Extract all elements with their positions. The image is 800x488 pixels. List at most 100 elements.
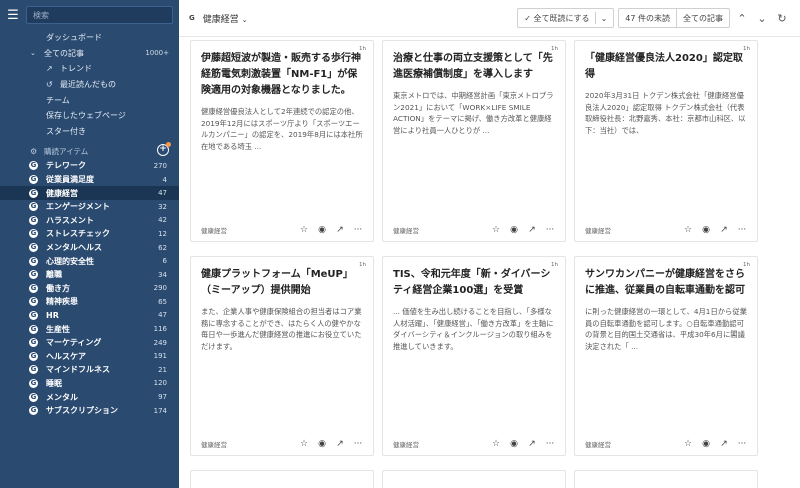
open-external-icon[interactable]: ↗ xyxy=(527,225,537,235)
feed-item[interactable]: G メンタル 97 xyxy=(0,390,179,404)
feed-item-label: マーケティング xyxy=(46,338,102,348)
open-external-icon[interactable]: ↗ xyxy=(335,439,345,449)
sidebar-item-label: 保存したウェブページ xyxy=(46,111,126,121)
refresh-icon[interactable]: ↻ xyxy=(774,12,790,25)
star-icon[interactable]: ☆ xyxy=(683,225,693,235)
article-source[interactable]: 健康経営 xyxy=(585,225,611,235)
feed-item[interactable]: G 従業員満足度 4 xyxy=(0,173,179,187)
open-external-icon[interactable]: ↗ xyxy=(335,225,345,235)
more-icon[interactable]: ··· xyxy=(545,439,555,449)
feed-item[interactable]: G マインドフルネス 21 xyxy=(0,363,179,377)
all-articles-label: 全ての記事 xyxy=(683,13,723,23)
feed-title[interactable]: 健康経営 ⌄ xyxy=(203,12,248,25)
sidebar-item-recently-read[interactable]: ↺ 最近読んだもの xyxy=(0,77,179,93)
open-external-icon[interactable]: ↗ xyxy=(719,439,729,449)
google-news-icon: G xyxy=(29,215,38,225)
feed-item[interactable]: G 生産性 116 xyxy=(0,322,179,336)
article-card[interactable] xyxy=(574,470,758,488)
read-later-icon[interactable]: ◉ xyxy=(317,439,327,449)
feed-item[interactable]: G HR 47 xyxy=(0,309,179,323)
feed-item[interactable]: G ヘルスケア 191 xyxy=(0,349,179,363)
more-icon[interactable]: ··· xyxy=(737,439,747,449)
feed-item[interactable]: G 睡眠 120 xyxy=(0,377,179,391)
article-card[interactable]: 1h 治療と仕事の両立支援策として「先進医療補償制度」を導入します 東京メトロでは、… xyxy=(382,40,566,242)
sidebar-item-label: スター付き xyxy=(46,126,86,136)
article-age: 1h xyxy=(359,46,366,52)
article-title[interactable]: 治療と仕事の両立支援策として「先進医療補償制度」を導入します xyxy=(393,51,555,83)
article-title[interactable]: サンワカンパニーが健康経営をさらに推進、従業員の自転車通勤を認可 xyxy=(585,267,747,299)
article-excerpt: ... 価値を生み出し続けることを目指し、「多様な人材活躍」、「健康経営」、「働… xyxy=(393,307,554,351)
sidebar-item-starred[interactable]: スター付き xyxy=(0,124,179,140)
feed-item[interactable]: G エンゲージメント 32 xyxy=(0,200,179,214)
menu-icon[interactable]: ☰ xyxy=(6,8,20,23)
chevron-down-icon[interactable]: ⌄ xyxy=(754,12,770,25)
unread-filter-button[interactable]: 47 件の未読 xyxy=(618,8,676,28)
article-title[interactable]: 健康プラットフォーム「MeUP」（ミーアップ）提供開始 xyxy=(201,267,363,299)
chevron-down-icon[interactable]: ⌄ xyxy=(601,14,608,23)
google-news-icon: G xyxy=(29,188,38,198)
feed-item[interactable]: G 精神疾患 65 xyxy=(0,295,179,309)
feed-item[interactable]: G メンタルヘルス 62 xyxy=(0,241,179,255)
all-articles-filter-button[interactable]: 全ての記事 xyxy=(676,8,730,28)
read-later-icon[interactable]: ◉ xyxy=(701,439,711,449)
feed-item[interactable]: G サブスクリプション 174 xyxy=(0,404,179,418)
article-source[interactable]: 健康経営 xyxy=(201,225,227,235)
sidebar-item-team[interactable]: チーム xyxy=(0,92,179,108)
feed-item-count: 120 xyxy=(153,379,167,388)
article-source[interactable]: 健康経営 xyxy=(201,439,227,449)
article-title[interactable]: TIS、令和元年度「新・ダイバーシティ経営企業100選」を受賞 xyxy=(393,267,555,299)
article-footer: 健康経営 ☆ ◉ ↗ ··· xyxy=(201,439,363,449)
feed-item-count: 191 xyxy=(153,352,167,361)
more-icon[interactable]: ··· xyxy=(353,225,363,235)
article-source[interactable]: 健康経営 xyxy=(585,439,611,449)
sidebar-item-all-articles[interactable]: ⌄ 全ての記事 1000+ xyxy=(0,46,179,62)
feed-item-count: 42 xyxy=(158,216,167,225)
read-later-icon[interactable]: ◉ xyxy=(509,439,519,449)
feed-item[interactable]: G マーケティング 249 xyxy=(0,336,179,350)
google-news-icon: G xyxy=(29,161,38,171)
article-card[interactable]: 1h サンワカンパニーが健康経営をさらに推進、従業員の自転車通勤を認可 に則った健康… xyxy=(574,256,758,456)
read-later-icon[interactable]: ◉ xyxy=(509,225,519,235)
more-icon[interactable]: ··· xyxy=(545,225,555,235)
star-icon[interactable]: ☆ xyxy=(491,225,501,235)
star-icon[interactable]: ☆ xyxy=(683,439,693,449)
google-news-icon: G xyxy=(29,175,38,185)
sidebar-item-dashboard[interactable]: ダッシュボード xyxy=(0,30,179,46)
chevron-down-icon[interactable]: ⌄ xyxy=(30,49,44,57)
article-card[interactable]: 1h 伊藤超短波が製造・販売する歩行神経筋電気刺激装置「NM-F1」が保険適用の対… xyxy=(190,40,374,242)
star-icon[interactable]: ☆ xyxy=(299,439,309,449)
open-external-icon[interactable]: ↗ xyxy=(527,439,537,449)
article-title[interactable]: 伊藤超短波が製造・販売する歩行神経筋電気刺激装置「NM-F1」が保険適用の対象機… xyxy=(201,51,363,99)
article-source[interactable]: 健康経営 xyxy=(393,225,419,235)
read-later-icon[interactable]: ◉ xyxy=(317,225,327,235)
article-card[interactable] xyxy=(190,470,374,488)
feed-item[interactable]: G ストレスチェック 12 xyxy=(0,227,179,241)
open-external-icon[interactable]: ↗ xyxy=(719,225,729,235)
feed-item[interactable]: G ハラスメント 42 xyxy=(0,214,179,228)
mark-all-read-button[interactable]: ✓ 全て既読にする ⌄ xyxy=(517,8,615,28)
chevron-up-icon[interactable]: ⌃ xyxy=(734,12,750,25)
feed-item[interactable]: G 心理的安全性 6 xyxy=(0,254,179,268)
article-card[interactable] xyxy=(382,470,566,488)
feed-item[interactable]: G テレワーク 270 xyxy=(0,159,179,173)
article-source[interactable]: 健康経営 xyxy=(393,439,419,449)
add-feed-button[interactable]: + xyxy=(157,142,171,157)
google-news-icon: G xyxy=(29,338,38,348)
star-icon[interactable]: ☆ xyxy=(299,225,309,235)
feed-item[interactable]: G 離職 34 xyxy=(0,268,179,282)
article-card[interactable]: 1h 健康プラットフォーム「MeUP」（ミーアップ）提供開始 また、企業人事や健康保… xyxy=(190,256,374,456)
article-title[interactable]: 「健康経営優良法人2020」認定取得 xyxy=(585,51,747,83)
search-input[interactable] xyxy=(26,6,173,24)
feed-item[interactable]: G 働き方 290 xyxy=(0,282,179,296)
feed-item-label: ハラスメント xyxy=(46,215,94,225)
feed-item[interactable]: G 健康経営 47 xyxy=(0,186,179,200)
article-card[interactable]: 1h 「健康経営優良法人2020」認定取得 2020年3月31日 トクデン株式会社「… xyxy=(574,40,758,242)
read-later-icon[interactable]: ◉ xyxy=(701,225,711,235)
sidebar-item-saved-pages[interactable]: 保存したウェブページ xyxy=(0,108,179,124)
gear-icon[interactable]: ⚙ xyxy=(30,147,44,156)
article-card[interactable]: 1h TIS、令和元年度「新・ダイバーシティ経営企業100選」を受賞 ... 価値を… xyxy=(382,256,566,456)
star-icon[interactable]: ☆ xyxy=(491,439,501,449)
more-icon[interactable]: ··· xyxy=(353,439,363,449)
more-icon[interactable]: ··· xyxy=(737,225,747,235)
sidebar-item-trend[interactable]: ↗ トレンド xyxy=(0,61,179,77)
